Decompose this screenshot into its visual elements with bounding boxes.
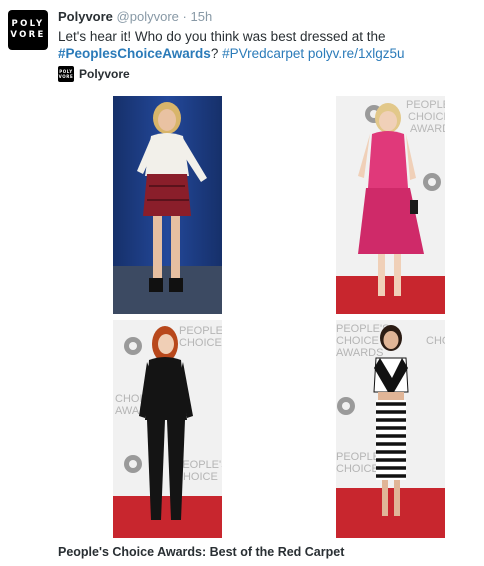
tweet-link[interactable]: polyv.re/1xlgz5u [308, 46, 405, 61]
svg-text:CHOICE: CHOICE [426, 335, 445, 347]
card-source[interactable]: POLY VORE Polyvore [58, 66, 130, 82]
avatar-text-line2: VORE [10, 30, 46, 40]
avatar-text-line1: POLY [11, 19, 45, 29]
photo-4[interactable]: PEOPLE'S CHOICE AWARDS PEOPLE'S CHOICE C… [336, 320, 445, 538]
hashtag-pvredcarpet[interactable]: #PVredcarpet [222, 46, 304, 61]
card-caption[interactable]: People's Choice Awards: Best of the Red … [58, 545, 344, 559]
svg-text:CHOICE: CHOICE [336, 335, 379, 347]
svg-text:CHOICE: CHOICE [336, 463, 379, 475]
photo-3[interactable]: PEOPLE'S CHOICE CHOICE AWARDS PEOPLE'S C… [113, 320, 222, 538]
photo-2[interactable]: PEOPLE'S CHOICE AWARDS [336, 96, 445, 314]
tweet-text-intro: Let's hear it! Who do you think was best… [58, 29, 386, 44]
tweet-timestamp[interactable]: 15h [190, 9, 212, 24]
polyvore-avatar[interactable]: POLY VORE [8, 10, 48, 50]
separator-dot: · [182, 9, 187, 24]
tweet-text: Let's hear it! Who do you think was best… [58, 28, 468, 62]
tweet-header: Polyvore @polyvore · 15h [58, 9, 212, 24]
svg-text:AWARDS: AWARDS [410, 123, 445, 135]
backdrop-text: PEOPLE'S [406, 99, 445, 111]
author-handle[interactable]: @polyvore [117, 9, 179, 24]
svg-text:CHOICE: CHOICE [408, 111, 445, 123]
hashtag-peopleschoiceawards[interactable]: #PeoplesChoiceAwards [58, 46, 211, 61]
svg-text:PEOPLE'S: PEOPLE'S [179, 325, 222, 337]
author-name[interactable]: Polyvore [58, 9, 113, 24]
photo-1[interactable] [113, 96, 222, 314]
svg-text:CHOICE: CHOICE [179, 337, 222, 349]
polyvore-logo-icon: POLY VORE [58, 66, 74, 82]
card-source-name: Polyvore [79, 67, 130, 81]
svg-text:AWARDS: AWARDS [336, 347, 383, 359]
question-mark: ? [210, 46, 219, 61]
